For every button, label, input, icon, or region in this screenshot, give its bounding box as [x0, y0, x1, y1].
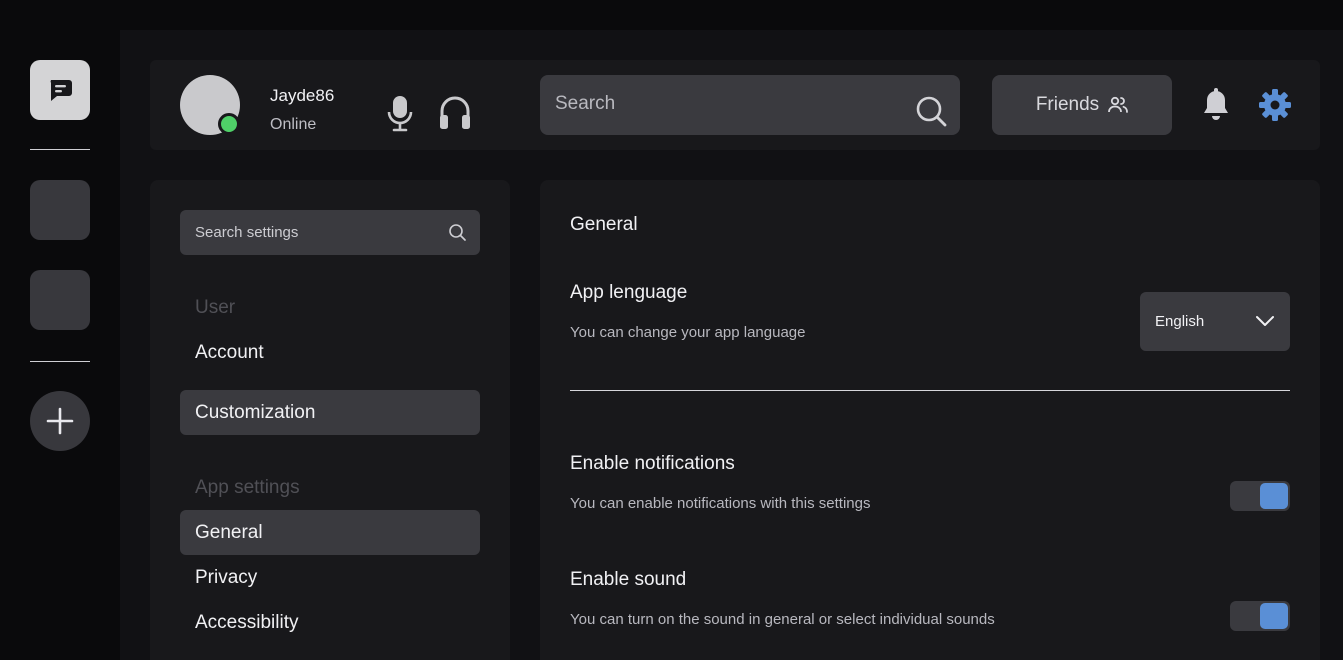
online-status-indicator: [218, 113, 240, 135]
rail-divider: [30, 361, 90, 362]
language-select-value: English: [1155, 313, 1205, 330]
toggle-knob: [1260, 483, 1288, 509]
server-button[interactable]: [30, 270, 90, 330]
chevron-down-icon: [1256, 316, 1274, 326]
section-title-user: User: [195, 297, 236, 318]
username: Jayde86: [270, 86, 335, 105]
settings-search-input[interactable]: Search settings: [180, 210, 480, 255]
notifications-setting-description: You can enable notifications with this s…: [570, 495, 871, 512]
settings-button[interactable]: [1258, 88, 1292, 127]
sound-setting-title: Enable sound: [570, 569, 687, 590]
add-server-button[interactable]: [30, 391, 90, 451]
presence-status: Online: [270, 116, 317, 133]
microphone-icon: [387, 96, 413, 132]
server-button[interactable]: [30, 180, 90, 240]
language-setting-description: You can change your app language: [570, 324, 806, 341]
rail-divider: [30, 149, 90, 150]
global-search-input[interactable]: Search: [540, 75, 960, 135]
notifications-button[interactable]: [1200, 88, 1232, 127]
friends-label: Friends: [1035, 94, 1100, 115]
friends-icon: [1108, 96, 1129, 113]
microphone-button[interactable]: [385, 93, 415, 138]
search-icon: [449, 224, 466, 241]
search-placeholder: Search: [555, 93, 616, 114]
notifications-toggle[interactable]: [1230, 481, 1290, 511]
sound-setting-description: You can turn on the sound in general or …: [570, 611, 995, 628]
sidebar-item-general[interactable]: General: [180, 510, 480, 555]
bell-icon: [1204, 88, 1228, 120]
sidebar-item-account[interactable]: Account: [180, 330, 480, 375]
sidebar-item-privacy[interactable]: Privacy: [180, 555, 480, 600]
notifications-setting-title: Enable notifications: [570, 453, 735, 474]
gear-icon: [1259, 89, 1291, 121]
headphones-button[interactable]: [437, 93, 473, 138]
server-rail: [0, 0, 120, 660]
sound-toggle[interactable]: [1230, 601, 1290, 631]
sidebar-item-accessibility[interactable]: Accessibility: [180, 600, 480, 645]
sidebar-item-customization[interactable]: Customization: [180, 390, 480, 435]
language-setting-title: App lenguage: [570, 282, 688, 303]
headphones-icon: [440, 96, 470, 129]
settings-search-placeholder: Search settings: [195, 224, 299, 241]
search-icon: [916, 96, 947, 127]
language-select[interactable]: English: [1140, 292, 1290, 351]
chat-bubble-icon: [50, 80, 72, 101]
section-divider: [570, 390, 1290, 391]
friends-button[interactable]: Friends: [992, 75, 1172, 135]
plus-icon: [46, 407, 74, 435]
toggle-knob: [1260, 603, 1288, 629]
direct-messages-button[interactable]: [30, 60, 90, 120]
section-title-app-settings: App settings: [195, 477, 300, 498]
page-title: General: [570, 214, 638, 235]
